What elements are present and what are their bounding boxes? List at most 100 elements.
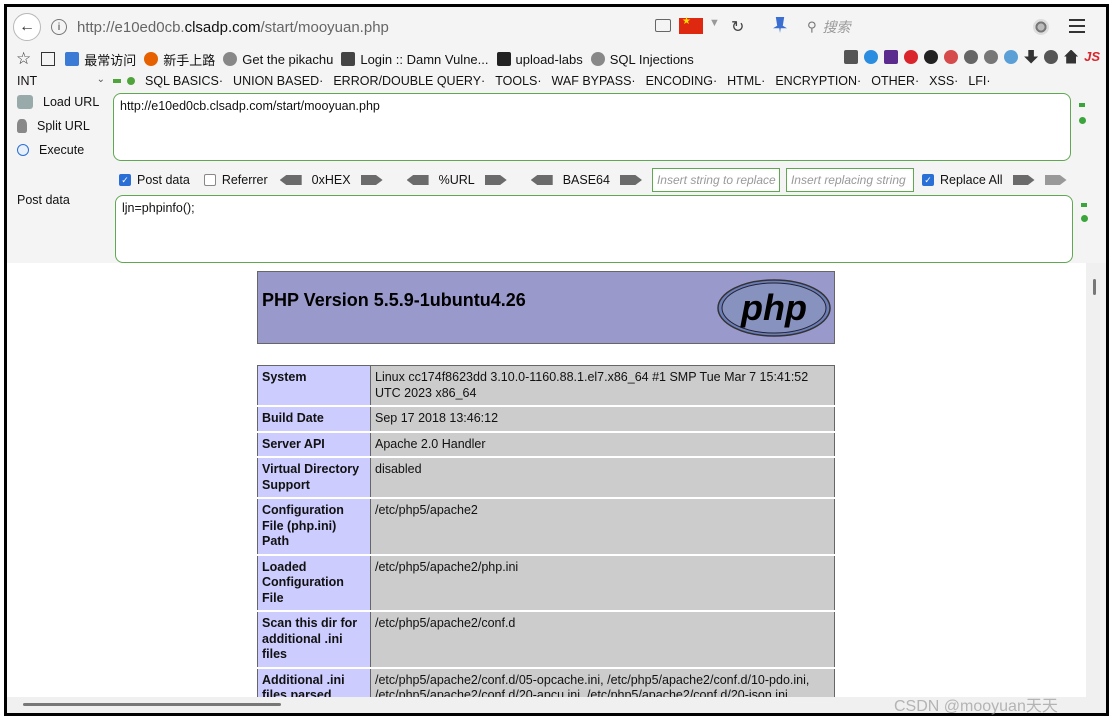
- base64-decode-arrow-icon[interactable]: [530, 175, 553, 185]
- table-key-cell: System: [257, 365, 371, 407]
- hackbar-panel: Load URL Split URL Execute http://e10ed0…: [7, 91, 1106, 263]
- table-key-cell: Server API: [257, 431, 371, 458]
- chevron-down-icon[interactable]: ▼: [709, 17, 720, 29]
- int-select[interactable]: INT ⌄: [17, 74, 105, 88]
- address-bar[interactable]: i http://e10ed0cb.clsadp.com/start/mooyu…: [43, 14, 761, 40]
- address-text[interactable]: http://e10ed0cb.clsadp.com/start/mooyuan…: [77, 19, 389, 36]
- hamburger-menu-icon[interactable]: [1069, 19, 1085, 33]
- download-icon[interactable]: [1024, 49, 1039, 64]
- back-button[interactable]: ←: [13, 13, 41, 41]
- vertical-scroll-thumb[interactable]: [1093, 279, 1096, 295]
- post-data-checkbox[interactable]: ✓: [119, 174, 131, 186]
- globe-icon: [223, 52, 238, 66]
- table-row: Loaded Configuration File/etc/php5/apach…: [257, 554, 835, 612]
- play-icon: [17, 144, 29, 156]
- vertical-scrollbar[interactable]: [1086, 263, 1106, 697]
- php-logo-text: php: [740, 287, 807, 328]
- search-placeholder: 搜索: [822, 19, 851, 35]
- table-row: Server API Apache 2.0 Handler: [257, 431, 835, 458]
- table-row: Scan this dir for additional .ini files /…: [257, 610, 835, 668]
- eye-icon[interactable]: [964, 49, 979, 64]
- horizontal-scroll-thumb[interactable]: [23, 703, 281, 706]
- back-arrow-icon: ←: [19, 18, 35, 35]
- replacing-string-input[interactable]: Insert replacing string: [785, 168, 914, 192]
- shield-icon[interactable]: [924, 49, 939, 64]
- url-decode-arrow-icon[interactable]: [406, 175, 429, 185]
- navigation-bar: ← i http://e10ed0cb.clsadp.com/start/moo…: [7, 7, 1106, 47]
- menu-waf-bypass[interactable]: WAF BYPASS·: [552, 74, 636, 88]
- cookie-icon[interactable]: [984, 49, 999, 64]
- bookmark-pikachu[interactable]: Get the pikachu: [223, 52, 333, 67]
- insert-string-input[interactable]: Insert string to replace: [651, 168, 780, 192]
- plus-icon[interactable]: [127, 77, 135, 85]
- menu-xss[interactable]: XSS·: [929, 74, 958, 88]
- magnifier-icon[interactable]: [944, 49, 959, 64]
- menu-tools[interactable]: TOOLS·: [495, 74, 541, 88]
- base64-encode-arrow-icon[interactable]: [619, 175, 642, 185]
- info-icon[interactable]: i: [51, 19, 67, 35]
- table-row: Virtual Directory Support disabled: [257, 456, 835, 499]
- menu-html[interactable]: HTML·: [727, 74, 765, 88]
- hex-encode-arrow-icon[interactable]: [360, 175, 383, 185]
- adblock-icon[interactable]: [904, 49, 919, 64]
- table-key-cell: Build Date: [257, 405, 371, 432]
- bookmark-getting-started[interactable]: 新手上路: [144, 50, 215, 69]
- replace-arrow-icon[interactable]: [1012, 175, 1035, 185]
- referrer-checkbox[interactable]: [203, 174, 216, 186]
- face-icon[interactable]: [1044, 49, 1059, 64]
- menu-encryption[interactable]: ENCRYPTION·: [775, 74, 861, 88]
- menu-lfi[interactable]: LFI·: [968, 74, 990, 88]
- table-row: Additional .ini files parsed/etc/php5/ap…: [257, 667, 835, 697]
- load-url-button[interactable]: Load URL: [17, 95, 99, 109]
- camera-icon: [496, 52, 511, 66]
- hackbar-icon[interactable]: [884, 49, 899, 64]
- menu-encoding[interactable]: ENCODING·: [646, 74, 718, 88]
- proxy-icon[interactable]: [1004, 49, 1019, 64]
- menu-other[interactable]: OTHER·: [871, 74, 919, 88]
- reload-icon[interactable]: ↻: [731, 17, 744, 37]
- bookmark-upload-labs[interactable]: upload-labs: [496, 52, 583, 67]
- url-textarea[interactable]: http://e10ed0cb.clsadp.com/start/mooyuan…: [113, 93, 1071, 161]
- home-icon[interactable]: [1064, 49, 1079, 64]
- post-data-textarea[interactable]: ljn=phpinfo();: [115, 195, 1073, 263]
- minus-icon[interactable]: [113, 79, 121, 83]
- menu-sql-basics[interactable]: SQL BASICS·: [145, 74, 223, 88]
- bookmark-dvwa[interactable]: Login :: Damn Vulne...: [341, 52, 489, 67]
- replace-all-checkbox[interactable]: ✓: [921, 174, 934, 186]
- star-icon[interactable]: ☆: [16, 49, 31, 69]
- reader-view-icon[interactable]: [655, 19, 671, 32]
- execute-button[interactable]: Execute: [17, 143, 84, 157]
- menu-error-double-query[interactable]: ERROR/DOUBLE QUERY·: [333, 74, 485, 88]
- options-row: ✓ Post data Referrer 0xHEX %URL BASE64 I…: [119, 168, 1067, 192]
- phpinfo-table: System Linux cc174f8623dd 3.10.0-1160.88.…: [257, 365, 835, 697]
- plus-icon[interactable]: [1079, 117, 1086, 124]
- plus-icon[interactable]: [1081, 215, 1088, 222]
- search-input[interactable]: ⚲ 搜索: [801, 15, 1023, 39]
- bookmarks-toolbar: ☆ 最常访问 新手上路 Get the pikachu Login :: Dam…: [7, 47, 1106, 71]
- minus-icon[interactable]: [1079, 103, 1085, 107]
- table-value-cell: /etc/php5/apache2/conf.d: [370, 610, 835, 668]
- watermark: CSDN @mooyuan天天: [894, 698, 1058, 715]
- wappalyzer-icon[interactable]: [864, 49, 879, 64]
- split-url-button[interactable]: Split URL: [17, 119, 90, 133]
- bookmark-sql-injections[interactable]: SQL Injections: [590, 52, 694, 67]
- js-icon[interactable]: JS: [1084, 49, 1100, 64]
- post-data-label: Post data: [17, 193, 70, 207]
- replace-right-arrow-icon[interactable]: [1044, 175, 1067, 185]
- hex-decode-arrow-icon[interactable]: [279, 175, 302, 185]
- dvwa-icon: [341, 52, 356, 66]
- devtools-icon[interactable]: [844, 49, 859, 64]
- table-key-cell: Scan this dir for additional .ini files: [257, 610, 371, 668]
- library-icon[interactable]: [41, 52, 56, 66]
- bookmark-most-visited[interactable]: 最常访问: [65, 50, 136, 69]
- table-key-cell: Loaded Configuration File: [257, 554, 371, 612]
- url-encode-arrow-icon[interactable]: [484, 175, 507, 185]
- pin-icon[interactable]: [773, 17, 787, 33]
- browser-window: ← i http://e10ed0cb.clsadp.com/start/moo…: [4, 4, 1109, 716]
- table-key-cell: Additional .ini files parsed: [257, 667, 371, 697]
- menu-union-based[interactable]: UNION BASED·: [233, 74, 323, 88]
- extension-gear-icon[interactable]: [1033, 19, 1049, 35]
- page-content: PHP Version 5.5.9-1ubuntu4.26 php System…: [7, 263, 1086, 697]
- table-value-cell: /etc/php5/apache2/conf.d/05-opcache.ini,…: [370, 667, 835, 697]
- minus-icon[interactable]: [1081, 203, 1087, 207]
